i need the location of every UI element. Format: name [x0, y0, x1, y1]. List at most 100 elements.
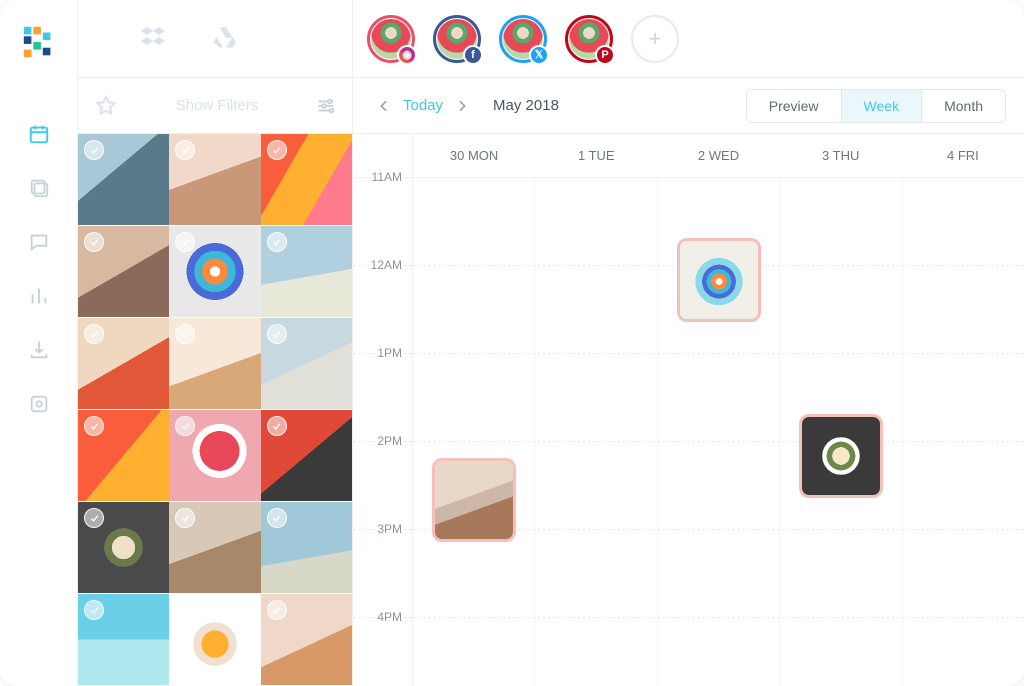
media-panel: Show Filters: [78, 0, 353, 686]
view-week[interactable]: Week: [842, 90, 923, 122]
thumb-select[interactable]: [267, 416, 287, 436]
media-thumb[interactable]: [261, 410, 352, 501]
check-icon: [180, 329, 191, 340]
gallery-icon: [28, 177, 50, 199]
time-label: 2PM: [353, 442, 412, 530]
download-icon: [28, 339, 50, 361]
show-filters-button[interactable]: Show Filters: [134, 97, 300, 114]
view-month[interactable]: Month: [922, 90, 1005, 122]
time-label: 4PM: [353, 618, 412, 686]
thumb-select[interactable]: [175, 600, 195, 620]
media-thumb[interactable]: [78, 134, 169, 225]
thumb-select[interactable]: [175, 508, 195, 528]
thumb-select[interactable]: [84, 416, 104, 436]
thumb-select[interactable]: [175, 232, 195, 252]
nav-preview[interactable]: [17, 382, 61, 426]
media-thumb[interactable]: [261, 226, 352, 317]
media-filter-bar: Show Filters: [78, 78, 352, 134]
drive-source[interactable]: [206, 21, 242, 57]
scheduled-post[interactable]: Auto: [799, 414, 883, 498]
account-instagram[interactable]: ◉: [367, 15, 415, 63]
time-label: 3PM: [353, 530, 412, 618]
thumb-select[interactable]: [267, 600, 287, 620]
chevron-right-icon: [454, 98, 470, 114]
media-thumb[interactable]: [169, 226, 260, 317]
day-header: 2 WED: [657, 134, 779, 178]
account-pinterest[interactable]: P: [565, 15, 613, 63]
day-header: 3 THU: [780, 134, 902, 178]
today-link[interactable]: Today: [403, 97, 443, 114]
add-account-button[interactable]: +: [631, 15, 679, 63]
thumb-select[interactable]: [84, 508, 104, 528]
media-thumb[interactable]: [169, 410, 260, 501]
media-thumb[interactable]: [169, 134, 260, 225]
view-preview[interactable]: Preview: [747, 90, 842, 122]
media-thumb[interactable]: [78, 226, 169, 317]
thumb-select[interactable]: [84, 600, 104, 620]
day-header: 30 MON: [413, 134, 535, 178]
calendar-grid[interactable]: 30 MON1 TUE2 WED3 THU4 FRI Auto Auto Auto: [413, 134, 1024, 686]
nav-gallery[interactable]: [17, 166, 61, 210]
day-headers: 30 MON1 TUE2 WED3 THU4 FRI: [413, 134, 1024, 178]
media-thumb[interactable]: [169, 594, 260, 685]
nav-analytics[interactable]: [17, 274, 61, 318]
media-thumb[interactable]: [261, 318, 352, 409]
thumb-select[interactable]: [267, 140, 287, 160]
nav-calendar[interactable]: [17, 112, 61, 156]
main-area: ◉f𝕏P+ Today May 2018 Preview Week Month …: [353, 0, 1024, 686]
drive-icon: [208, 23, 240, 55]
filter-settings[interactable]: [314, 94, 338, 118]
media-thumb[interactable]: [78, 318, 169, 409]
app-logo[interactable]: [19, 22, 59, 62]
view-segment: Preview Week Month: [746, 89, 1006, 123]
scheduled-post[interactable]: Auto: [432, 458, 516, 542]
calendar-icon: [28, 123, 50, 145]
thumb-select[interactable]: [84, 232, 104, 252]
check-icon: [271, 145, 282, 156]
barchart-icon: [28, 285, 50, 307]
next-period[interactable]: [449, 93, 475, 119]
thumb-select[interactable]: [175, 140, 195, 160]
check-icon: [180, 513, 191, 524]
logo-icon: [20, 23, 58, 61]
dropbox-source[interactable]: [136, 21, 172, 57]
media-thumb[interactable]: [261, 594, 352, 685]
star-icon: [94, 94, 118, 118]
thumb-select[interactable]: [267, 324, 287, 344]
thumb-select[interactable]: [267, 232, 287, 252]
media-thumb[interactable]: [78, 410, 169, 501]
thumb-select[interactable]: [267, 508, 287, 528]
post-thumbnail: [802, 417, 880, 495]
prev-period[interactable]: [371, 93, 397, 119]
nav-download[interactable]: [17, 328, 61, 372]
media-thumb[interactable]: [78, 502, 169, 593]
day-header: 4 FRI: [902, 134, 1024, 178]
nav-chat[interactable]: [17, 220, 61, 264]
twitter-badge-icon: 𝕏: [529, 45, 549, 65]
thumb-select[interactable]: [84, 324, 104, 344]
thumb-select[interactable]: [175, 324, 195, 344]
account-twitter[interactable]: 𝕏: [499, 15, 547, 63]
media-thumb[interactable]: [261, 502, 352, 593]
media-thumb[interactable]: [169, 318, 260, 409]
thumb-select[interactable]: [84, 140, 104, 160]
media-thumb[interactable]: [78, 594, 169, 685]
instagram-badge-icon: ◉: [397, 45, 417, 65]
scheduled-post[interactable]: Auto: [677, 238, 761, 322]
check-icon: [180, 145, 191, 156]
account-facebook[interactable]: f: [433, 15, 481, 63]
favorite-filter[interactable]: [92, 92, 120, 120]
check-icon: [89, 605, 100, 616]
sliders-icon: [315, 95, 337, 117]
nav-rail: [0, 0, 78, 686]
time-label: 11AM: [353, 178, 412, 266]
media-thumb[interactable]: [169, 502, 260, 593]
check-icon: [271, 237, 282, 248]
dropbox-icon: [138, 23, 170, 55]
time-gutter: 11AM12AM1PM2PM3PM4PM: [353, 134, 413, 686]
thumb-select[interactable]: [175, 416, 195, 436]
media-grid: [78, 134, 352, 686]
check-icon: [271, 513, 282, 524]
media-thumb[interactable]: [261, 134, 352, 225]
month-label: May 2018: [493, 97, 559, 114]
